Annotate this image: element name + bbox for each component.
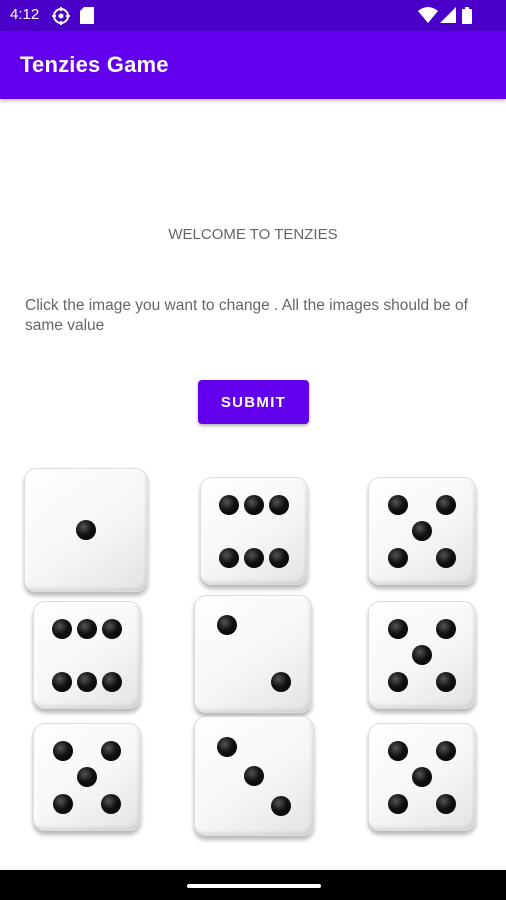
die-pip [77, 767, 97, 787]
die-pip [101, 740, 122, 761]
die-pip [387, 494, 408, 515]
die-3[interactable] [368, 477, 476, 585]
die-pip [51, 671, 72, 692]
die-pip [244, 547, 264, 568]
welcome-text: WELCOME TO TENZIES [168, 226, 338, 243]
die-pip [387, 547, 408, 568]
die-1[interactable] [24, 468, 148, 592]
die-pip [387, 793, 408, 814]
die-9[interactable] [368, 723, 476, 831]
status-time: 4:12 [10, 6, 40, 23]
die-pip [244, 766, 264, 786]
die-pip [269, 494, 290, 515]
die-pip [387, 740, 408, 761]
die-pip [387, 618, 408, 639]
die-pip [76, 520, 96, 540]
signal-icon [440, 7, 456, 27]
die-pip [52, 793, 73, 814]
sim-card-icon [80, 7, 94, 28]
die-pip [270, 671, 291, 692]
die-5[interactable] [194, 595, 312, 713]
die-pip [412, 521, 432, 541]
die-pip [216, 736, 237, 757]
die-pip [436, 547, 457, 568]
battery-icon [462, 7, 472, 28]
die-pip [387, 671, 408, 692]
instruction-text: Click the image you want to change . All… [25, 297, 468, 334]
die-pip [436, 793, 457, 814]
home-gesture-handle[interactable] [187, 884, 321, 888]
die-pip [101, 793, 122, 814]
die-pip [412, 645, 432, 665]
die-pip [271, 795, 292, 816]
die-pip [102, 671, 123, 692]
die-pip [52, 740, 73, 761]
die-pip [218, 547, 239, 568]
die-pip [436, 671, 457, 692]
vpn-settings-icon [52, 7, 70, 29]
status-bar: 4:12 [0, 0, 506, 31]
app-title: Tenzies Game [20, 52, 169, 77]
die-2[interactable] [200, 477, 308, 585]
die-pip [77, 618, 97, 639]
die-6[interactable] [368, 601, 476, 709]
die-4[interactable] [33, 601, 141, 709]
die-pip [51, 618, 72, 639]
die-pip [436, 618, 457, 639]
app-bar: Tenzies Game [0, 31, 506, 99]
die-8[interactable] [194, 716, 314, 836]
die-pip [269, 547, 290, 568]
die-pip [412, 767, 432, 787]
die-pip [102, 618, 123, 639]
die-pip [217, 615, 238, 635]
die-pip [218, 494, 239, 515]
submit-button[interactable]: SUBMIT [198, 380, 309, 424]
die-pip [436, 740, 457, 761]
wifi-icon [418, 7, 438, 27]
die-pip [77, 671, 97, 692]
die-7[interactable] [33, 723, 141, 831]
die-pip [244, 494, 264, 515]
navigation-bar [0, 870, 506, 900]
die-pip [436, 494, 457, 515]
